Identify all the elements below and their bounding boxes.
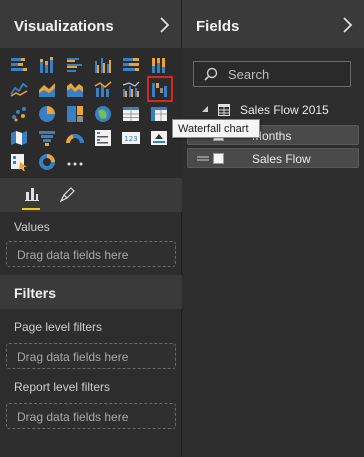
table-icon [218, 104, 230, 116]
values-label: Values [14, 220, 50, 234]
table-node-sales-flow-2015[interactable]: Sales Flow 2015 [187, 100, 359, 120]
visualizations-header: Visualizations [0, 0, 181, 48]
filters-header: Filters [0, 275, 182, 309]
gauge-icon[interactable] [66, 129, 84, 147]
stacked-bar-chart-icon[interactable] [10, 56, 28, 74]
filled-map-icon[interactable] [10, 129, 28, 147]
viz-tabs [0, 178, 182, 212]
multi-row-card-icon[interactable] [94, 129, 112, 147]
line-chart-icon[interactable] [10, 80, 28, 98]
waterfall-chart-icon[interactable] [147, 76, 173, 102]
page-level-filters-label: Page level filters [14, 320, 103, 334]
fields-tab-icon [25, 188, 39, 201]
visualizations-title: Visualizations [14, 18, 114, 35]
visualization-icon-grid: 123 [0, 48, 182, 178]
chevron-right-icon[interactable] [157, 16, 171, 34]
funnel-icon[interactable] [38, 129, 56, 147]
tab-fields[interactable] [14, 178, 48, 212]
filters-title: Filters [14, 285, 57, 301]
map-icon[interactable] [94, 105, 112, 123]
report-level-filters-label: Report level filters [14, 380, 111, 394]
table-name: Sales Flow 2015 [240, 103, 329, 117]
line-and-clustered-column-chart-icon[interactable] [122, 80, 140, 98]
chevron-right-icon[interactable] [340, 16, 354, 34]
drag-grip-icon[interactable] [197, 155, 209, 163]
stacked-area-chart-icon[interactable] [66, 80, 84, 98]
treemap-icon[interactable] [66, 105, 84, 123]
clustered-bar-chart-icon[interactable] [66, 56, 84, 74]
donut-chart-icon[interactable] [38, 153, 56, 171]
svg-text:123: 123 [124, 135, 137, 143]
area-chart-icon[interactable] [38, 80, 56, 98]
kpi-icon[interactable] [150, 129, 168, 147]
fields-pane: Fields Search Sales Flow 2015 Months Sal… [182, 0, 364, 457]
report-level-filters-dropzone[interactable]: Drag data fields here [6, 403, 176, 429]
table-icon[interactable] [122, 105, 140, 123]
slicer-icon[interactable] [10, 153, 28, 171]
expand-arrow-icon[interactable] [201, 106, 209, 114]
scatter-chart-icon[interactable] [10, 105, 28, 123]
visualizations-pane: Visualizations 123 Values Drag data fiel… [0, 0, 182, 457]
field-label: Sales Flow [252, 152, 311, 166]
waterfall-chart-tooltip: Waterfall chart [172, 119, 260, 138]
more-icon[interactable] [66, 153, 84, 171]
fields-title: Fields [196, 18, 240, 35]
fields-header: Fields [182, 0, 364, 48]
100-stacked-column-chart-icon[interactable] [150, 56, 168, 74]
paint-roller-icon [60, 187, 75, 202]
matrix-icon[interactable] [150, 105, 168, 123]
fields-search-input[interactable]: Search [193, 61, 351, 87]
clustered-column-chart-icon[interactable] [94, 56, 112, 74]
page-level-filters-dropzone[interactable]: Drag data fields here [6, 343, 176, 369]
search-icon [204, 67, 218, 81]
line-and-stacked-column-chart-icon[interactable] [94, 80, 112, 98]
100-stacked-bar-chart-icon[interactable] [122, 56, 140, 74]
stacked-column-chart-icon[interactable] [38, 56, 56, 74]
field-checkbox[interactable] [213, 153, 224, 164]
search-placeholder: Search [228, 67, 270, 82]
tab-format[interactable] [50, 178, 84, 212]
values-dropzone[interactable]: Drag data fields here [6, 241, 176, 267]
pie-chart-icon[interactable] [38, 105, 56, 123]
card-icon[interactable]: 123 [122, 129, 140, 147]
field-row-sales-flow[interactable]: Sales Flow [187, 148, 359, 168]
